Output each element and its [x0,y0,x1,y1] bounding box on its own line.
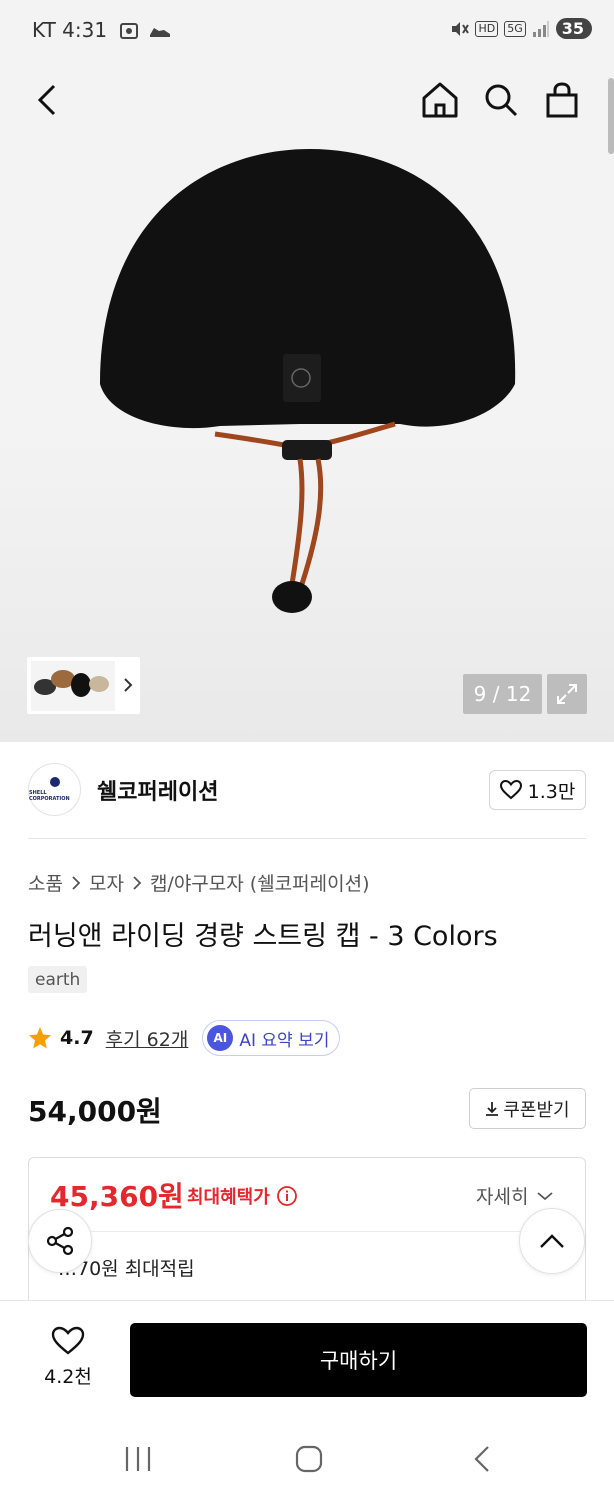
rating-row: 4.7 후기 62개 AI AI 요약 보기 [28,1020,341,1056]
chevron-right-icon [124,678,133,692]
star-icon [29,1027,51,1049]
detail-label: 자세히 [476,1186,529,1208]
mute-icon [452,21,470,36]
top-navigation [0,64,614,136]
share-icon [46,1226,74,1256]
status-bar: KT 4:31 HD 5G 35 [0,0,614,64]
search-icon [485,84,518,117]
network-badge: 5G [504,20,526,37]
download-icon [486,1101,499,1116]
product-tag[interactable]: earth [28,966,88,993]
heart-icon [51,1326,85,1355]
back-icon [37,84,56,116]
chevron-right-icon [133,875,142,890]
carrier-time: KT 4:31 [32,18,108,42]
thumbnail-caps-image [31,661,115,711]
breadcrumb-item[interactable]: 모자 [89,869,124,896]
wishlist-button[interactable]: 4.2천 [34,1326,102,1389]
battery-level: 35 [555,18,592,39]
back-button[interactable] [26,78,70,122]
brand-like-count: 1.3만 [527,780,576,803]
scroll-to-top-button[interactable] [519,1208,585,1274]
max-benefit-text: 최대혜택가 [187,1187,270,1208]
wishlist-count: 4.2천 [44,1366,92,1388]
hd-badge: HD [475,20,499,37]
info-icon[interactable] [276,1185,298,1207]
ai-summary-button[interactable]: AI AI 요약 보기 [202,1020,341,1056]
product-price: 54,000원 [28,1095,162,1128]
chevron-up-icon [540,1234,564,1248]
search-button[interactable] [479,78,523,122]
signal-icon [532,20,549,37]
breadcrumb-item[interactable]: 소품 [28,869,63,896]
back-nav-icon[interactable] [470,1444,494,1474]
expand-button[interactable] [547,674,587,714]
product-title: 러닝앤 라이딩 경량 스트링 캡 - 3 Colors [28,921,498,952]
shopping-bag-icon [546,82,578,118]
expand-icon [557,684,577,704]
thumbnail-strip[interactable] [27,657,140,714]
share-button[interactable] [28,1209,92,1273]
brand-logo-mark [49,777,60,787]
detail-toggle[interactable]: 자세히 [476,1182,554,1209]
breadcrumb-item[interactable]: 캡/야구모자 (쉘코퍼레이션) [150,869,370,896]
product-image[interactable] [0,64,614,742]
breadcrumb: 소품 모자 캡/야구모자 (쉘코퍼레이션) [28,869,369,896]
scroll-indicator[interactable] [608,78,614,154]
brand-logo[interactable]: SHELL CORPORATION [28,763,81,816]
chevron-down-icon [537,1191,554,1200]
brand-name[interactable]: 쉘코퍼레이션 [97,774,218,806]
coupon-button[interactable]: 쿠폰받기 [469,1088,586,1129]
shoe-icon [150,28,170,37]
reviews-link[interactable]: 후기 62개 [106,1025,189,1052]
rating-score: 4.7 [60,1027,94,1049]
brand-like-button[interactable]: 1.3만 [489,770,586,810]
image-counter: 9 / 12 [463,674,542,714]
buy-button[interactable]: 구매하기 [130,1323,587,1397]
max-benefit-price: 45,360원 [50,1180,184,1213]
ai-summary-label: AI 요약 보기 [239,1030,330,1051]
ai-icon: AI [207,1025,234,1051]
heart-icon [499,780,522,800]
max-benefit-label: 최대혜택가 [187,1183,298,1209]
system-navigation-bar [0,1416,614,1500]
chevron-right-icon [72,875,81,890]
coupon-label: 쿠폰받기 [503,1099,570,1121]
brand-logo-text: SHELL CORPORATION [29,790,70,802]
divider [50,1231,565,1232]
divider [28,838,586,839]
screen-record-icon [120,23,138,39]
home-button[interactable] [418,78,462,122]
home-icon [422,82,458,118]
home-nav-icon[interactable] [294,1444,324,1474]
cap-image [100,149,516,613]
cart-button[interactable] [540,78,584,122]
recent-apps-icon[interactable] [124,1444,152,1474]
